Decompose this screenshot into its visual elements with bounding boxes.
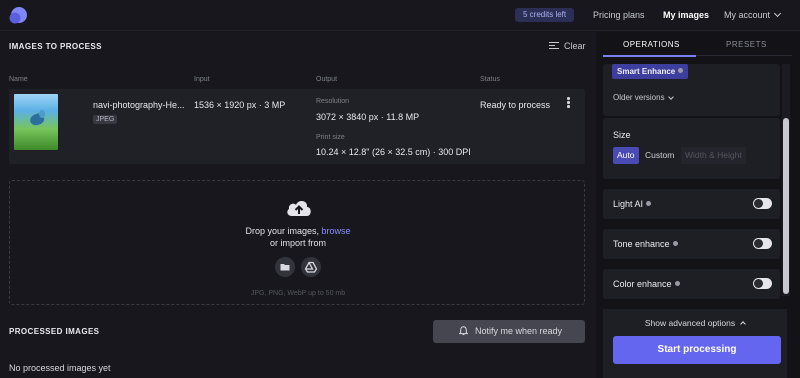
images-to-process-title: IMAGES TO PROCESS — [9, 42, 102, 51]
size-label: Size — [613, 130, 631, 140]
column-header-output: Output — [316, 76, 338, 83]
nav-my-images[interactable]: My images — [663, 10, 709, 20]
chevron-down-icon — [773, 9, 782, 18]
start-processing-button[interactable]: Start processing — [613, 336, 781, 364]
older-versions-label: Older versions — [613, 93, 665, 102]
file-name: navi-photography-He... — [93, 100, 185, 110]
tab-presets[interactable]: PRESETS — [726, 40, 767, 49]
tone-enhance-text: Tone enhance — [613, 239, 670, 249]
nav-pricing-plans[interactable]: Pricing plans — [593, 10, 645, 20]
status-text: Ready to process — [480, 100, 551, 110]
drop-instruction: Drop your images, browse — [10, 226, 586, 236]
smart-enhance-pill[interactable]: Smart Enhance — [612, 64, 689, 79]
color-enhance-label: Color enhance — [613, 279, 680, 289]
info-icon — [678, 68, 684, 73]
tone-enhance-toggle[interactable] — [753, 238, 772, 249]
import-from-text: or import from — [269, 238, 326, 248]
empty-state-text: No processed images yet — [9, 363, 111, 373]
upload-cloud-icon — [287, 201, 311, 216]
output-resolution: 3072 × 3840 px · 11.8 MP — [316, 112, 420, 122]
older-versions-toggle[interactable]: Older versions — [613, 93, 674, 102]
print-size-label: Print size — [316, 134, 345, 141]
file-type-badge: JPEG — [93, 115, 118, 124]
size-option-auto[interactable]: Auto — [613, 147, 639, 164]
nav-my-account-label: My account — [724, 10, 771, 20]
show-advanced-options[interactable]: Show advanced options — [603, 318, 787, 328]
clear-label: Clear — [564, 41, 586, 51]
list-clear-icon — [549, 42, 559, 49]
size-option-custom[interactable]: Custom — [641, 147, 678, 164]
tab-operations[interactable]: OPERATIONS — [623, 40, 680, 49]
top-bar: 5 credits left Pricing plans My images M… — [0, 0, 800, 31]
color-enhance-text: Color enhance — [613, 279, 672, 289]
image-row: navi-photography-He... JPEG 1536 × 1920 … — [9, 89, 585, 164]
notify-label: Notify me when ready — [475, 326, 563, 336]
advanced-options-label: Show advanced options — [644, 318, 736, 328]
credits-badge[interactable]: 5 credits left — [515, 8, 575, 22]
drop-zone[interactable]: Drop your images, browse or import from … — [9, 180, 585, 305]
info-icon — [646, 201, 652, 206]
input-size: 1536 × 1920 px · 3 MP — [194, 100, 286, 110]
sidebar-footer: Show advanced options Start processing — [603, 309, 787, 378]
light-ai-text: Light AI — [613, 199, 644, 209]
chevron-down-icon — [667, 93, 674, 100]
column-header-name: Name — [9, 76, 28, 83]
notify-button[interactable]: Notify me when ready — [433, 320, 585, 343]
chevron-up-icon — [740, 321, 746, 327]
light-ai-label: Light AI — [613, 199, 652, 209]
drop-text-prefix: Drop your images, — [245, 226, 319, 236]
processed-images-title: PROCESSED IMAGES — [9, 327, 100, 336]
smart-enhance-label: Smart Enhance — [617, 67, 676, 76]
light-ai-toggle[interactable] — [753, 198, 772, 209]
clear-button[interactable]: Clear — [549, 41, 586, 51]
column-header-input: Input — [194, 76, 210, 83]
thumbnail-bird-head-shape — [39, 110, 45, 118]
sidebar-scrollbar-thumb[interactable] — [783, 118, 789, 294]
supported-formats: JPG, PNG, WebP up to 50 mb — [250, 290, 346, 297]
google-drive-icon[interactable] — [301, 257, 321, 277]
color-enhance-toggle[interactable] — [753, 278, 772, 289]
tone-enhance-label: Tone enhance — [613, 239, 678, 249]
active-tab-indicator — [603, 55, 696, 57]
folder-icon[interactable] — [275, 257, 295, 277]
tab-divider — [696, 55, 792, 56]
print-size: 10.24 × 12.8" (26 × 32.5 cm) · 300 DPI — [316, 147, 471, 157]
info-icon — [672, 241, 678, 246]
more-options-icon[interactable] — [567, 97, 570, 109]
info-icon — [674, 281, 680, 286]
resolution-label: Resolution — [316, 98, 350, 105]
app-logo[interactable] — [8, 5, 28, 25]
bell-icon — [459, 326, 468, 336]
image-thumbnail[interactable] — [14, 94, 58, 150]
size-option-width-height[interactable]: Width & Height — [681, 147, 746, 164]
nav-my-account[interactable]: My account — [724, 9, 782, 20]
column-header-status: Status — [480, 76, 500, 83]
browse-link[interactable]: browse — [322, 226, 351, 236]
